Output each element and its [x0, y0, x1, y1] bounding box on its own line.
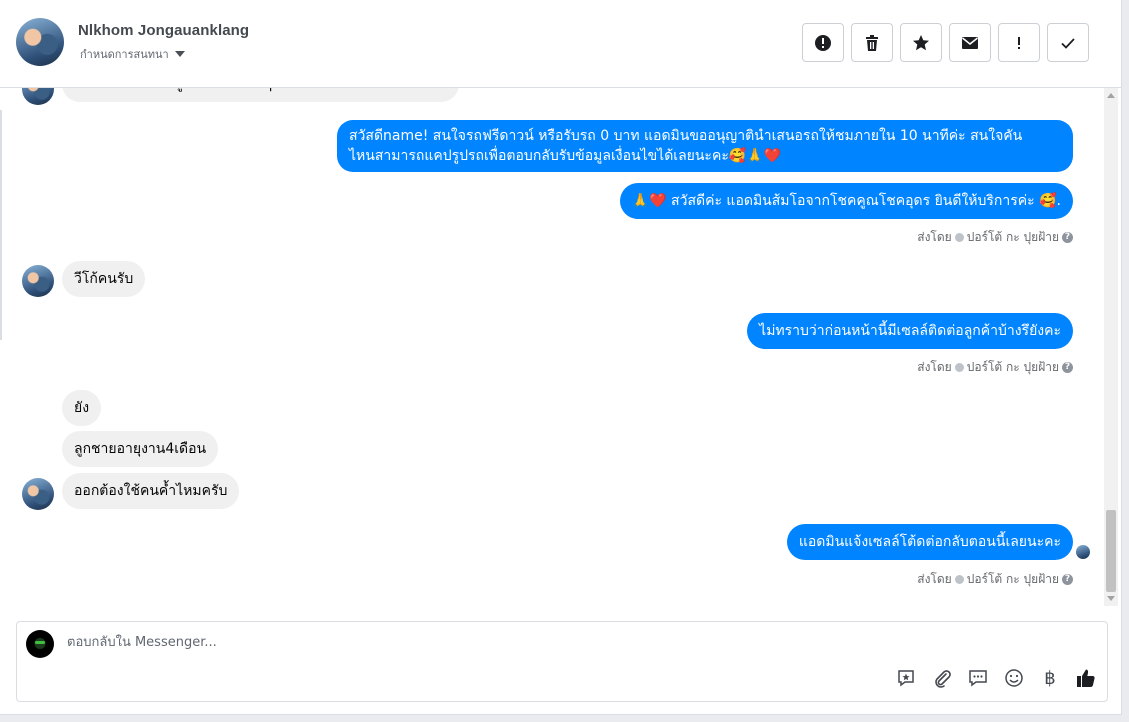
message-list: ต้องการทราบข้อมูล รถฟรีดาวน์ | รับรถ 0 บ… [0, 88, 1104, 606]
payment-button[interactable]: ฿ [1039, 667, 1061, 689]
message-bubble-incoming: ออกต้องใช้คนค้ำไหมครับ [62, 473, 240, 509]
message-bubble-outgoing: สวัสดีname! สนใจรถฟรีดาวน์ หรือรับรถ 0 บ… [337, 120, 1073, 172]
saved-reply-icon [898, 670, 914, 687]
message-bubble-incoming: ลูกชายอายุงาน4เดือน [62, 431, 219, 467]
sent-by-info: ส่งโดย ปอร์โต้ กะ ปุยฝ้าย ? [917, 358, 1073, 377]
exclamation-icon [1018, 36, 1020, 49]
scroll-down-arrow-icon[interactable] [1107, 596, 1115, 601]
star-icon [913, 34, 929, 50]
chat-icon [969, 670, 987, 687]
sent-by-label: ส่งโดย [917, 360, 952, 374]
reply-composer: ฿ [16, 621, 1108, 702]
star-button[interactable] [900, 23, 942, 62]
message-bubble-outgoing: ไม่ทราบว่าก่อนหน้านี้มีเซลล์ติดต่อลูกค้า… [747, 313, 1073, 349]
reply-input[interactable] [65, 634, 769, 651]
like-button[interactable] [1075, 667, 1097, 689]
delete-button[interactable] [851, 23, 893, 62]
verified-icon [954, 233, 964, 242]
alert-circle-icon [815, 34, 831, 51]
contact-avatar [22, 478, 54, 510]
verified-icon [954, 363, 964, 372]
mark-spam-button[interactable] [802, 23, 844, 62]
conversation-header: Nlkhom Jongauanklang กำหนดการสนทนา [0, 0, 1121, 88]
trash-icon [866, 34, 878, 51]
assign-conversation-dropdown[interactable]: กำหนดการสนทนา [80, 45, 185, 63]
sent-by-info: ส่งโดย ปอร์โต้ กะ ปุยฝ้าย ? [917, 570, 1073, 589]
emoji-icon [1005, 669, 1023, 687]
help-icon[interactable]: ? [1062, 362, 1073, 373]
message-scrollbar[interactable] [1104, 88, 1118, 606]
assign-label: กำหนดการสนทนา [80, 48, 169, 61]
contact-avatar [22, 265, 54, 297]
inbox-conversation-panel: Nlkhom Jongauanklang กำหนดการสนทนา สวัสด… [0, 0, 1122, 715]
message-bubble-incoming: ยัง [62, 390, 102, 426]
checkmark-icon [1061, 37, 1075, 49]
sender-name[interactable]: ปอร์โต้ กะ ปุยฝ้าย [967, 358, 1059, 377]
message-line: สวัสดีname! สนใจรถฟรีดาวน์ หรือรับรถ 0 บ… [349, 128, 1023, 144]
message-bubble-incoming: วีโก้คนรับ [62, 261, 146, 297]
message-bubble-incoming: ต้องการทราบข้อมูล รถฟรีดาวน์ | รับรถ 0 บ… [62, 88, 459, 102]
sender-name[interactable]: ปอร์โต้ กะ ปุยฝ้าย [967, 228, 1059, 247]
sent-by-info: ส่งโดย ปอร์โต้ กะ ปุยฝ้าย ? [917, 228, 1073, 247]
attach-file-button[interactable] [931, 667, 953, 689]
sender-name[interactable]: ปอร์โต้ กะ ปุยฝ้าย [967, 570, 1059, 589]
follow-up-button[interactable] [998, 23, 1040, 62]
contact-avatar [22, 88, 54, 105]
contact-name[interactable]: Nlkhom Jongauanklang [78, 22, 249, 39]
message-line: ไหนสามารถแคปรูปรถเพื่อตอบกลับรับข้อมูลเง… [349, 148, 782, 164]
page-avatar [26, 630, 54, 658]
emoji-button[interactable] [1003, 667, 1025, 689]
message-bubble-outgoing: 🙏❤️ สวัสดีค่ะ แอดมินส้มโอจากโชคคูณโชคอุด… [619, 183, 1073, 219]
scrollbar-thumb[interactable] [1106, 510, 1116, 592]
seen-indicator-avatar [1076, 545, 1090, 559]
sent-by-label: ส่งโดย [917, 230, 952, 244]
envelope-icon [962, 36, 978, 49]
baht-icon: ฿ [1044, 667, 1056, 689]
message-bubble-outgoing: แอดมินแจ้งเซลล์โต้ดต่อกลับตอนนี้เลยนะคะ [786, 524, 1073, 560]
conversation-toolbar [802, 23, 1089, 62]
help-icon[interactable]: ? [1062, 574, 1073, 585]
scroll-up-arrow-icon[interactable] [1107, 93, 1115, 98]
thumbs-up-icon [1077, 669, 1095, 687]
help-icon[interactable]: ? [1062, 232, 1073, 243]
chevron-down-icon [174, 51, 185, 57]
attachment-icon [935, 670, 951, 688]
sent-by-label: ส่งโดย [917, 572, 952, 586]
message-templates-button[interactable] [967, 667, 989, 689]
done-button[interactable] [1047, 23, 1089, 62]
contact-avatar[interactable] [16, 18, 64, 66]
mark-unread-button[interactable] [949, 23, 991, 62]
composer-tools: ฿ [895, 667, 1097, 689]
verified-icon [954, 575, 964, 584]
saved-reply-button[interactable] [895, 667, 917, 689]
